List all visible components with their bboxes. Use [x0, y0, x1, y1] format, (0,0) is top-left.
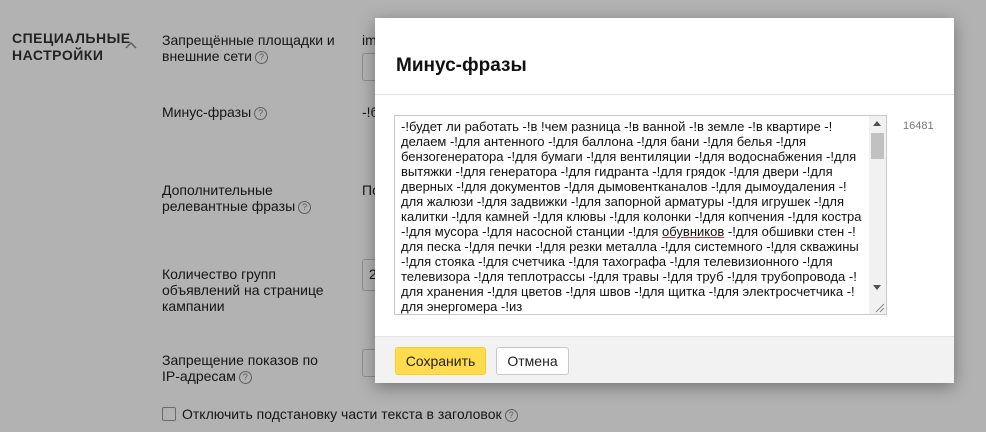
- spellcheck-underlined-word: обувников: [662, 224, 725, 239]
- dialog-footer: Сохранить Отмена: [375, 336, 954, 383]
- minus-phrases-dialog: Минус-фразы -!будет ли работать -!в !чем…: [375, 18, 954, 383]
- scroll-down-arrow-icon[interactable]: [873, 285, 881, 290]
- dialog-title: Минус-фразы: [396, 55, 527, 76]
- save-button[interactable]: Сохранить: [395, 347, 486, 375]
- minus-phrases-textarea[interactable]: -!будет ли работать -!в !чем разница -!в…: [394, 115, 887, 315]
- textarea-scrollbar[interactable]: [869, 116, 886, 314]
- scroll-up-arrow-icon[interactable]: [873, 121, 881, 126]
- divider: [375, 94, 954, 95]
- textarea-content[interactable]: -!будет ли работать -!в !чем разница -!в…: [401, 119, 867, 314]
- scroll-thumb[interactable]: [871, 133, 884, 159]
- resize-grip-icon[interactable]: [873, 301, 885, 313]
- cancel-button[interactable]: Отмена: [496, 347, 569, 375]
- character-counter: 16481: [903, 120, 934, 132]
